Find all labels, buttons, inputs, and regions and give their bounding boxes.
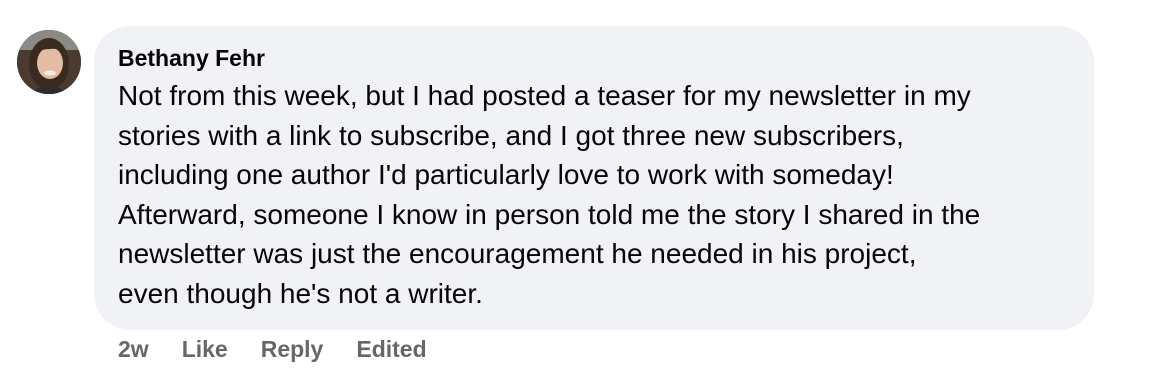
- comment-author[interactable]: Bethany Fehr: [118, 44, 1070, 72]
- reply-button[interactable]: Reply: [261, 336, 324, 363]
- profile-photo-icon: [17, 30, 81, 94]
- comment-bubble: Bethany Fehr Not from this week, but I h…: [94, 26, 1094, 330]
- like-button[interactable]: Like: [182, 336, 228, 363]
- comment-timestamp[interactable]: 2w: [118, 336, 149, 363]
- comment-text: Not from this week, but I had posted a t…: [118, 80, 981, 309]
- comment: Bethany Fehr Not from this week, but I h…: [0, 0, 1152, 374]
- edited-indicator[interactable]: Edited: [356, 336, 426, 363]
- avatar[interactable]: [17, 30, 81, 94]
- comment-actions: 2w Like Reply Edited: [118, 334, 460, 364]
